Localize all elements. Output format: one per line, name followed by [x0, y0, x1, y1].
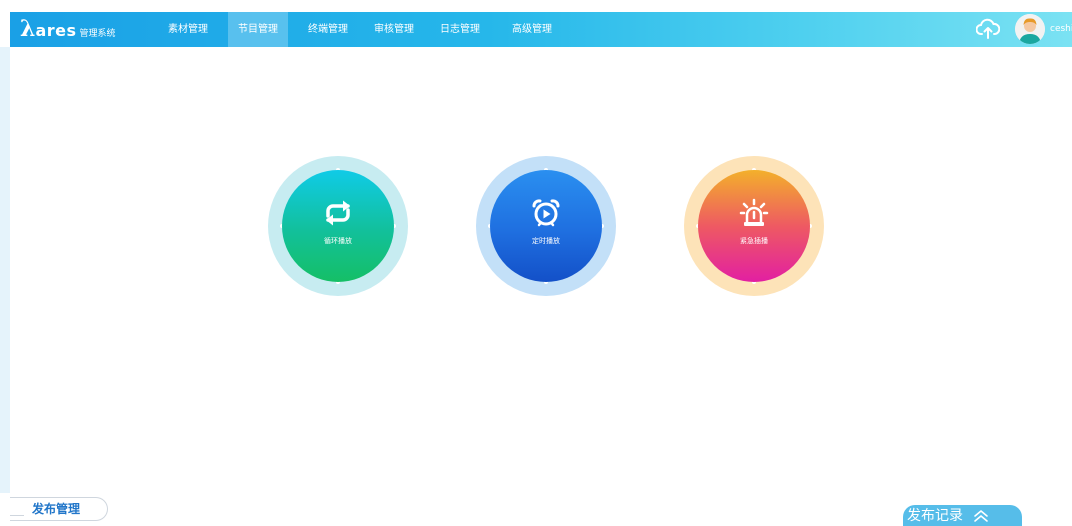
emergency-play-circle: 紧急插播 — [698, 170, 810, 282]
timed-play-circle: 定时播放 — [490, 170, 602, 282]
nav-item-program[interactable]: 节目管理 — [228, 12, 288, 47]
alarm-light-icon — [739, 198, 769, 226]
nav-item-advanced[interactable]: 高级管理 — [506, 12, 558, 47]
username[interactable]: ceshi — [1050, 12, 1072, 47]
publish-record-tab[interactable]: 发布记录 — [903, 505, 1022, 526]
loop-play-label: 循环播放 — [324, 237, 352, 245]
publish-manage-tab[interactable]: 发布管理 — [10, 497, 108, 521]
nav-item-material[interactable]: 素材管理 — [162, 12, 214, 47]
app-logo[interactable]: λ ares 管理系统 — [20, 16, 116, 44]
timed-play-label: 定时播放 — [532, 237, 560, 245]
loop-play-circle: 循环播放 — [282, 170, 394, 282]
avatar[interactable] — [1015, 14, 1045, 44]
nav-item-review[interactable]: 审核管理 — [368, 12, 420, 47]
loop-play-button[interactable]: 循环播放 — [268, 156, 408, 296]
user-avatar-icon — [1015, 14, 1045, 44]
logo-name: ares — [35, 21, 77, 40]
timed-play-button[interactable]: 定时播放 — [476, 156, 616, 296]
nav-item-terminal[interactable]: 终端管理 — [302, 12, 354, 47]
publish-record-label: 发布记录 — [907, 507, 963, 524]
alarm-clock-icon — [532, 199, 560, 227]
chevron-up-icon — [974, 509, 988, 522]
cloud-upload-icon[interactable] — [975, 18, 1001, 40]
main-nav: 素材管理 节目管理 终端管理 审核管理 日志管理 高级管理 — [162, 12, 572, 47]
left-gutter — [0, 47, 10, 493]
emergency-play-label: 紧急插播 — [740, 237, 768, 245]
loop-icon — [326, 200, 350, 226]
nav-item-log[interactable]: 日志管理 — [434, 12, 486, 47]
logo-lambda: λ — [20, 16, 36, 42]
logo-subtitle: 管理系统 — [79, 29, 116, 39]
emergency-play-button[interactable]: 紧急插播 — [684, 156, 824, 296]
top-bar: λ ares 管理系统 素材管理 节目管理 终端管理 审核管理 日志管理 高级管… — [10, 12, 1072, 47]
